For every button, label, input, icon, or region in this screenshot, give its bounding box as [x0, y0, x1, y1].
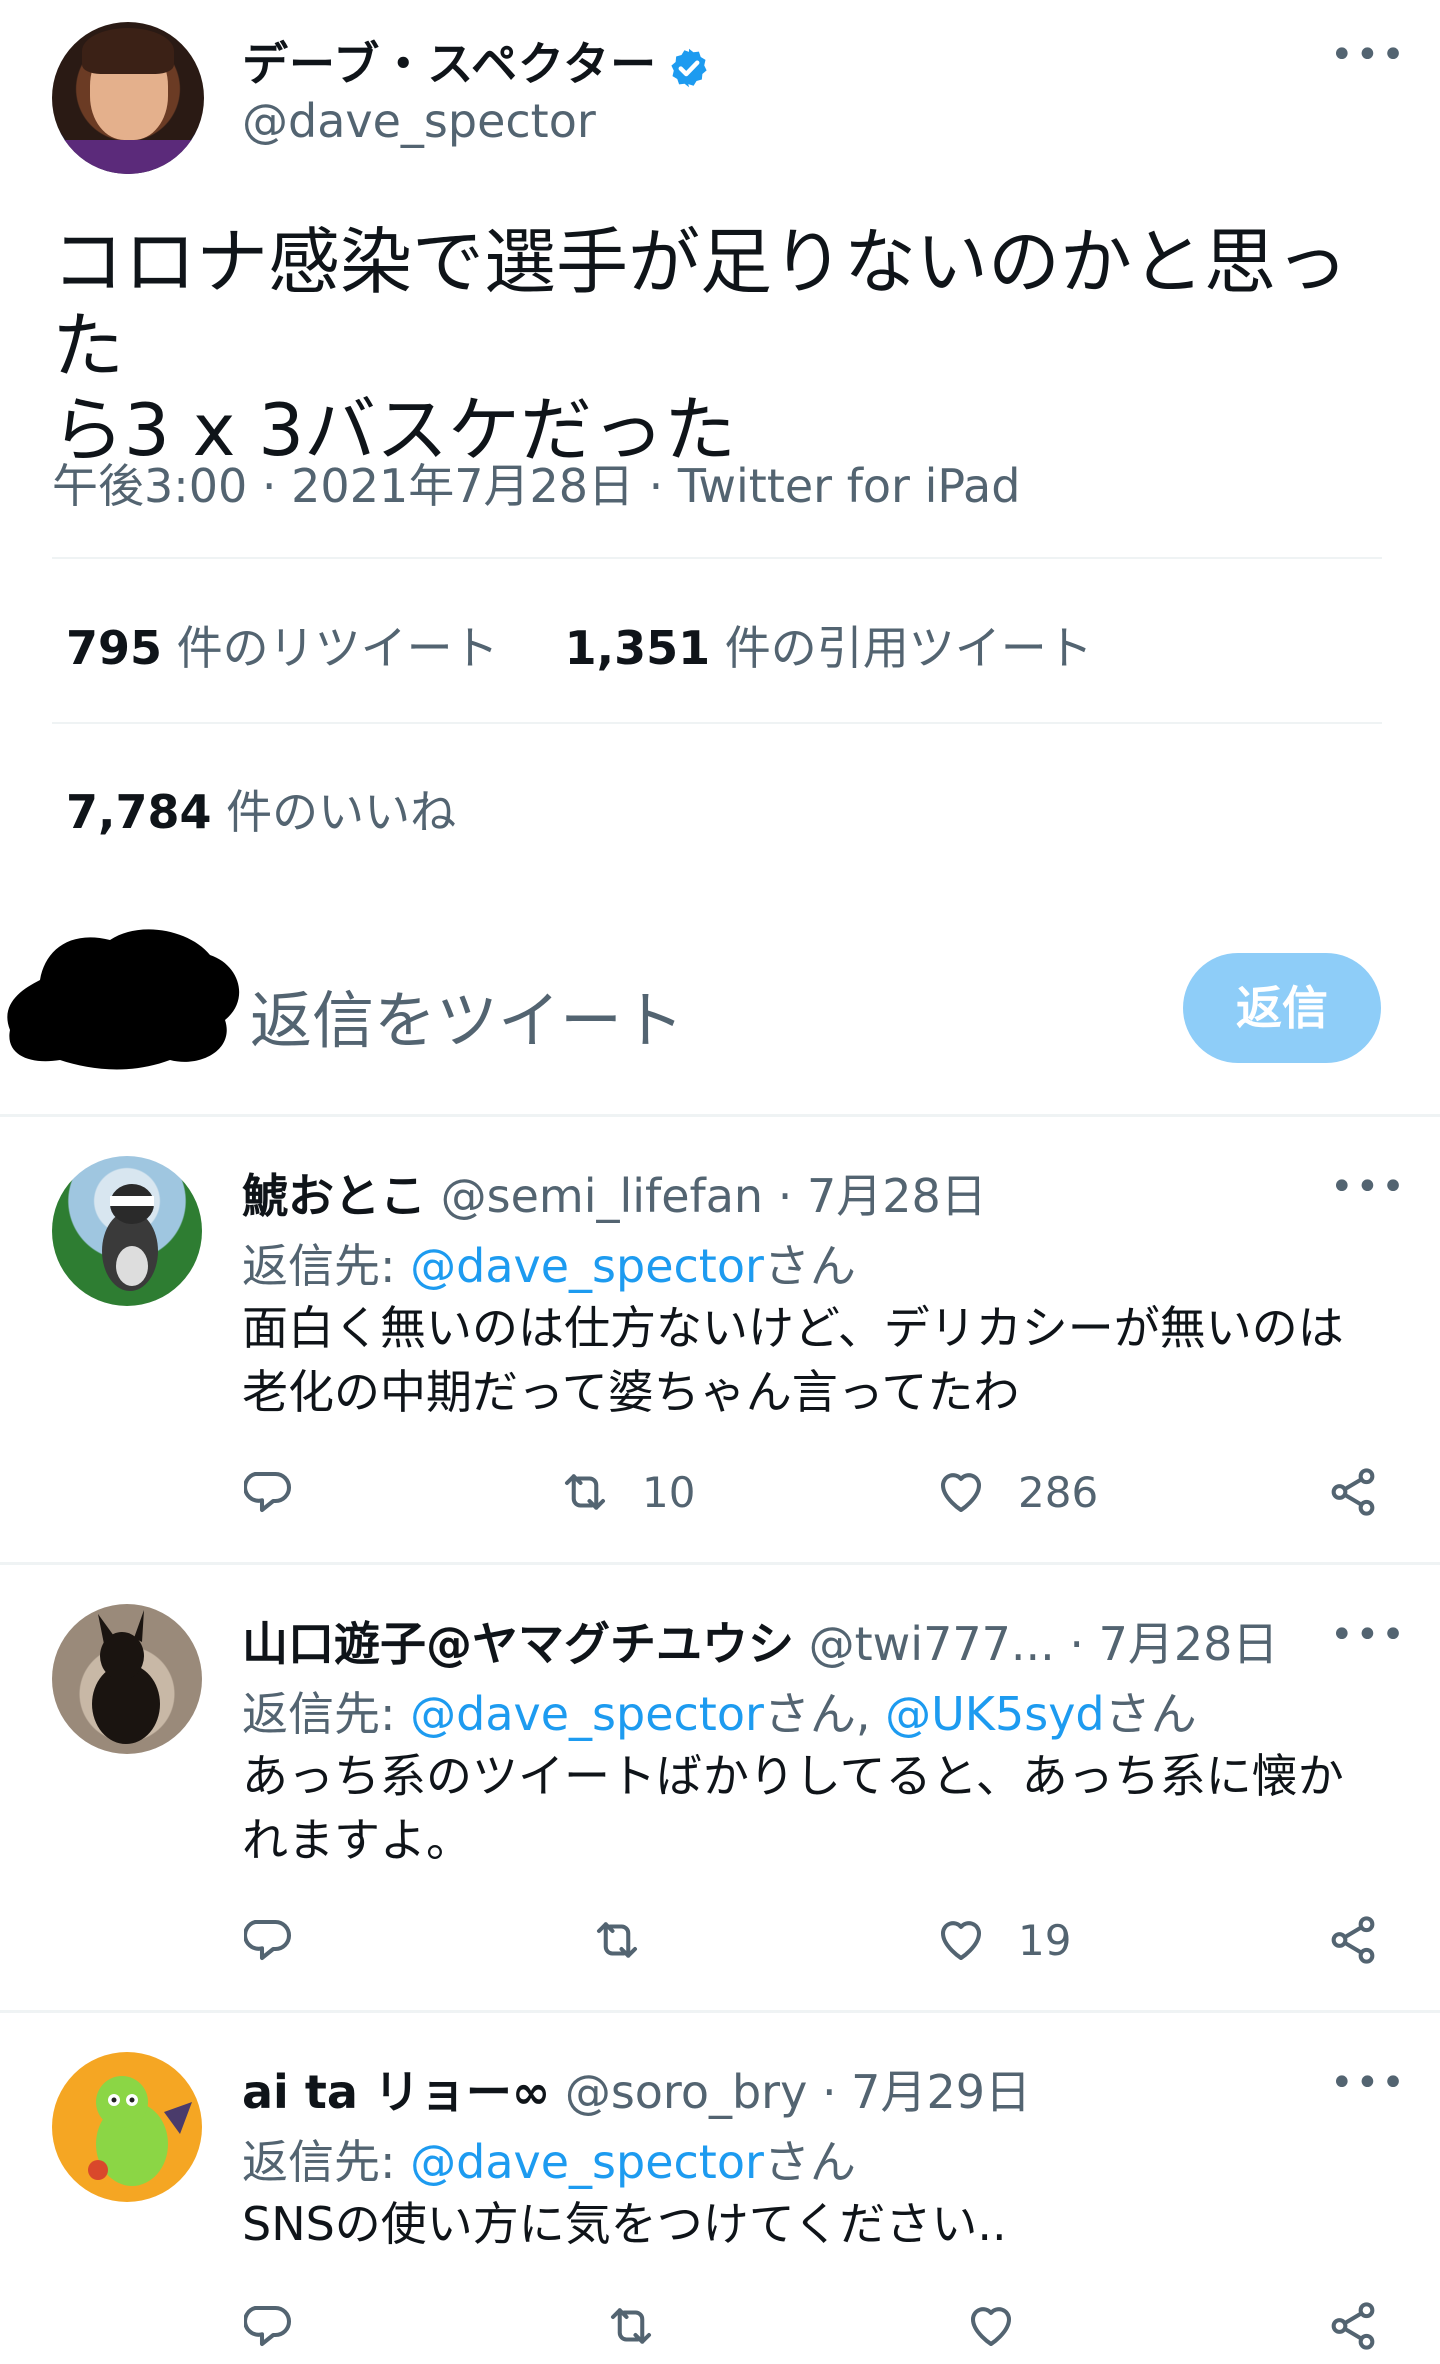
- reply-text: あっち系のツイートばかりしてると、あっち系に懐か れますよ。: [242, 1749, 1344, 1867]
- mention-suffix: さん: [763, 2135, 856, 2189]
- replying-to: 返信先: @dave_spectorさん: [242, 1230, 856, 1296]
- reply-header: 山口遊子@ヤマグチユウシ @twi777... · 7月28日: [242, 1608, 1342, 1674]
- retweet-stat-label: 件のリツイート: [176, 621, 499, 675]
- share-action[interactable]: [1326, 2296, 1380, 2356]
- mention-suffix: さん: [763, 1239, 856, 1293]
- reply-avatar[interactable]: [52, 2052, 202, 2202]
- reply-author-name[interactable]: ai ta リョー∞: [242, 2065, 550, 2119]
- divider: [52, 557, 1382, 559]
- like-stats: 7,784 件のいいね: [66, 776, 456, 842]
- share-icon: [1331, 2302, 1375, 2350]
- author-handle[interactable]: @dave_spector: [242, 94, 596, 148]
- retweet-icon: [564, 1474, 606, 1510]
- reply-header: ai ta リョー∞ @soro_bry · 7月29日: [242, 2056, 1342, 2122]
- reply-date[interactable]: · 7月29日: [822, 2065, 1031, 2119]
- author-name-row[interactable]: デーブ・スペクター: [242, 28, 711, 94]
- reply-author-name[interactable]: 山口遊子@ヤマグチユウシ: [242, 1617, 794, 1671]
- author-avatar[interactable]: [52, 22, 204, 174]
- reply-action[interactable]: [244, 1462, 298, 1522]
- more-horizontal-icon[interactable]: •••: [1330, 1167, 1405, 1207]
- reply-action[interactable]: [244, 1910, 298, 1970]
- main-tweet-header: デーブ・スペクター @dave_spector •••: [52, 20, 1405, 180]
- section-divider: [0, 2010, 1440, 2013]
- mention-link[interactable]: @dave_spector: [410, 1687, 764, 1741]
- verified-badge-icon: [671, 48, 707, 87]
- reply-date[interactable]: · 7月28日: [1069, 1617, 1278, 1671]
- retweet-stat[interactable]: 795 件のリツイート: [66, 621, 499, 675]
- author-name[interactable]: デーブ・スペクター: [242, 37, 657, 91]
- redacted-avatar: [7, 929, 240, 1070]
- reply-avatar[interactable]: [52, 1156, 202, 1306]
- heart-icon: [940, 1473, 982, 1513]
- reply-bubble-icon: [244, 2305, 292, 2347]
- retweet-icon: [596, 1922, 638, 1958]
- tweet-text: コロナ感染で選手が足りないのかと思った ら3 x 3バスケだった: [52, 220, 1349, 472]
- retweet-action[interactable]: [604, 2296, 658, 2356]
- like-count: 19: [1018, 1915, 1072, 1965]
- more-horizontal-icon[interactable]: •••: [1330, 1615, 1405, 1655]
- mention-link[interactable]: @dave_spector: [410, 2135, 764, 2189]
- retweet-action[interactable]: [590, 1910, 644, 1970]
- reply-tweet[interactable]: ai ta リョー∞ @soro_bry · 7月29日 ••• 返信先: @d…: [0, 2052, 1440, 2362]
- share-icon: [1331, 1916, 1375, 1964]
- retweet-count: 10: [642, 1467, 696, 1517]
- like-action[interactable]: 19: [934, 1910, 1071, 1970]
- reply-date[interactable]: · 7月28日: [778, 1169, 987, 1223]
- share-action[interactable]: [1326, 1462, 1380, 1522]
- heart-icon: [970, 2307, 1012, 2347]
- retweet-action[interactable]: 10: [558, 1462, 695, 1522]
- quote-stat-label: 件の引用ツイート: [724, 621, 1093, 675]
- share-icon: [1331, 1468, 1375, 1516]
- share-action[interactable]: [1326, 1910, 1380, 1970]
- reply-action[interactable]: [244, 2296, 298, 2356]
- section-divider: [0, 1562, 1440, 1565]
- more-horizontal-icon[interactable]: •••: [1330, 35, 1405, 75]
- more-horizontal-icon[interactable]: •••: [1330, 2063, 1405, 2103]
- reply-text: SNSの使い方に気をつけてください..: [242, 2197, 1007, 2251]
- replying-to: 返信先: @dave_spectorさん: [242, 2126, 856, 2192]
- reply-tweet[interactable]: 鯱おとこ @semi_lifefan · 7月28日 ••• 返信先: @dav…: [0, 1156, 1440, 1556]
- replying-to-prefix: 返信先:: [242, 1239, 411, 1293]
- reply-avatar[interactable]: [52, 1604, 202, 1754]
- section-divider: [0, 1114, 1440, 1117]
- reply-author-handle[interactable]: @soro_bry: [565, 2065, 808, 2119]
- reply-button[interactable]: 返信: [1183, 953, 1381, 1063]
- like-stat-label: 件のいいね: [226, 785, 457, 839]
- mention-suffix: さん: [1104, 1687, 1197, 1741]
- reply-header: 鯱おとこ @semi_lifefan · 7月28日: [242, 1160, 1342, 1226]
- replying-to: 返信先: @dave_spectorさん, @UK5sydさん: [242, 1678, 1197, 1744]
- retweet-quote-stats: 795 件のリツイート 1,351 件の引用ツイート: [66, 612, 1093, 678]
- retweet-count: 795: [66, 621, 163, 675]
- divider: [52, 722, 1382, 724]
- reply-text: 面白く無いのは仕方ないけど、デリカシーが無いのは 老化の中期だって婆ちゃん言って…: [242, 1301, 1344, 1419]
- replying-to-prefix: 返信先:: [242, 2135, 411, 2189]
- mention-suffix: さん,: [763, 1687, 886, 1741]
- reply-bubble-icon: [244, 1919, 292, 1961]
- like-action[interactable]: [964, 2296, 1018, 2356]
- retweet-icon: [610, 2308, 652, 2344]
- like-action[interactable]: 286: [934, 1462, 1098, 1522]
- like-stat[interactable]: 7,784 件のいいね: [66, 785, 456, 839]
- reply-tweet[interactable]: 山口遊子@ヤマグチユウシ @twi777... · 7月28日 ••• 返信先:…: [0, 1604, 1440, 2004]
- quote-stat[interactable]: 1,351 件の引用ツイート: [565, 621, 1093, 675]
- mention-link[interactable]: @UK5syd: [885, 1687, 1105, 1741]
- like-count: 7,784: [66, 785, 212, 839]
- mention-link[interactable]: @dave_spector: [410, 1239, 764, 1293]
- reply-bubble-icon: [244, 1471, 292, 1513]
- reply-author-handle[interactable]: @twi777...: [809, 1617, 1055, 1671]
- tweet-timestamp-source[interactable]: 午後3:00 · 2021年7月28日 · Twitter for iPad: [52, 450, 1020, 516]
- tweet-detail-page: デーブ・スペクター @dave_spector ••• コロナ感染で選手が足りな…: [0, 0, 1440, 2364]
- like-count: 286: [1018, 1467, 1099, 1517]
- replying-to-prefix: 返信先:: [242, 1687, 411, 1741]
- reply-input[interactable]: 返信をツイート: [250, 970, 684, 1060]
- heart-icon: [940, 1921, 982, 1961]
- reply-author-name[interactable]: 鯱おとこ: [242, 1169, 426, 1223]
- reply-author-handle[interactable]: @semi_lifefan: [441, 1169, 763, 1223]
- quote-count: 1,351: [564, 621, 711, 675]
